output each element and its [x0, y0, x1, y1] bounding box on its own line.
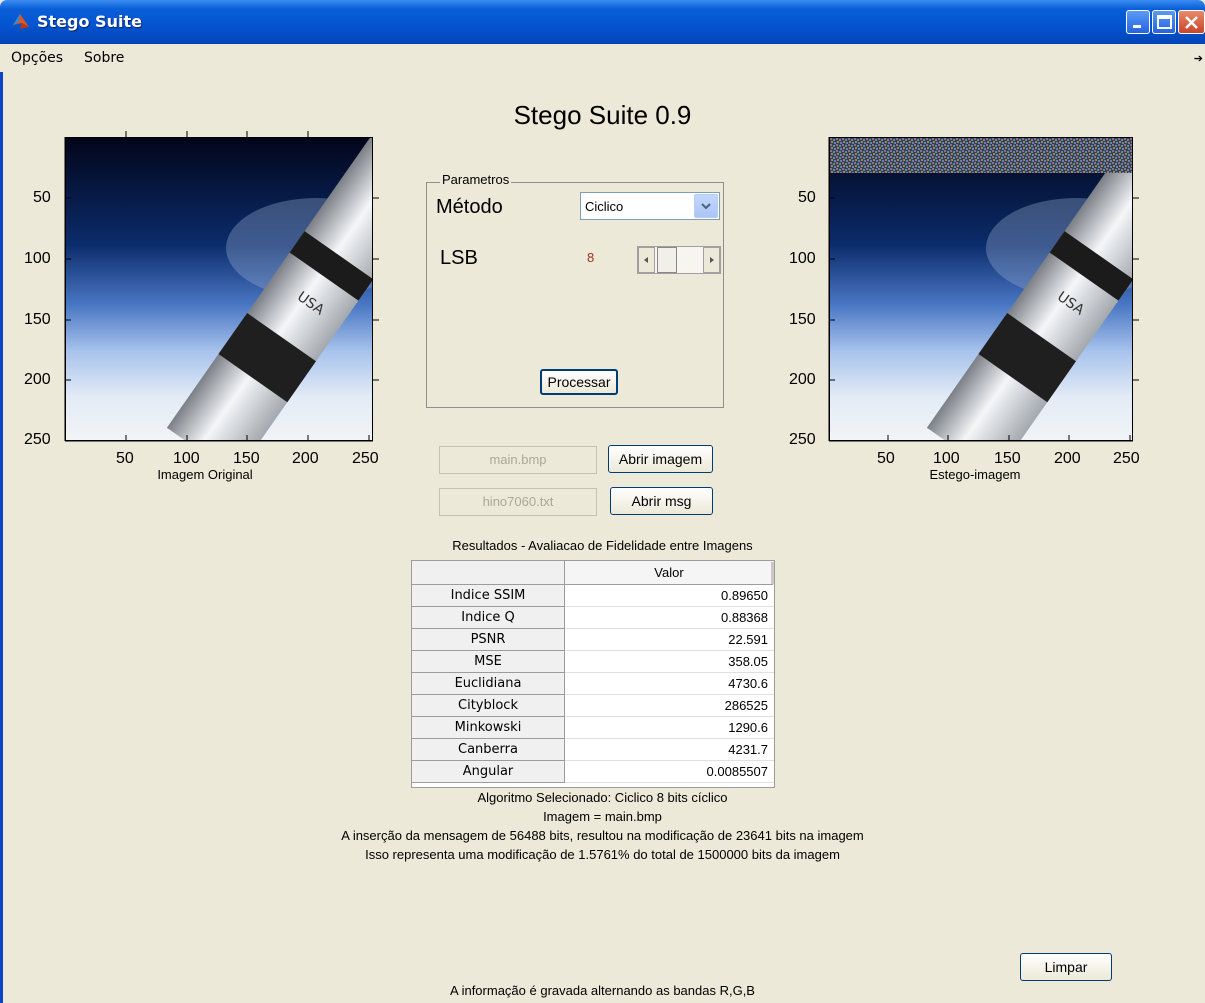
slider-thumb[interactable]	[657, 247, 677, 273]
open-message-button[interactable]: Abrir msg	[610, 487, 713, 515]
row-value[interactable]: 0.88368	[565, 607, 774, 629]
dropdown-arrow-icon[interactable]	[694, 194, 718, 218]
row-header: Indice Q	[412, 607, 565, 629]
table-row: Angular 0.0085507	[412, 761, 774, 783]
x-tick-label: 100	[933, 450, 960, 467]
row-header: Cityblock	[412, 695, 565, 717]
x-tick-label: 150	[994, 450, 1021, 467]
row-header: Canberra	[412, 739, 565, 761]
table-row: PSNR 22.591	[412, 629, 774, 651]
row-header: MSE	[412, 651, 565, 673]
row-value[interactable]: 358.05	[565, 651, 774, 673]
row-value[interactable]: 22.591	[565, 629, 774, 651]
info-insertion: A inserção da mensagem de 56488 bits, re…	[341, 828, 864, 843]
row-header: Minkowski	[412, 717, 565, 739]
row-value[interactable]: 286525	[565, 695, 774, 717]
info-algorithm: Algoritmo Selecionado: Ciclico 8 bits cí…	[477, 790, 728, 805]
y-tick-label: 150	[24, 311, 51, 328]
x-tick-label: 250	[352, 450, 379, 467]
metodo-select[interactable]: Ciclico	[580, 192, 720, 220]
table-row: Euclidiana 4730.6	[412, 673, 774, 695]
table-row: Canberra 4231.7	[412, 739, 774, 761]
row-header: Euclidiana	[412, 673, 565, 695]
results-title: Resultados - Avaliacao de Fidelidade ent…	[452, 538, 753, 553]
column-resize-handle[interactable]	[771, 562, 774, 584]
original-axes-frame	[64, 131, 379, 442]
info-percentage: Isso representa uma modificação de 1.576…	[365, 847, 840, 862]
image-file-field: main.bmp	[439, 446, 597, 474]
slider-left-button[interactable]	[638, 247, 655, 273]
info-image: Imagem = main.bmp	[543, 809, 662, 824]
table-row: Indice Q 0.88368	[412, 607, 774, 629]
row-value[interactable]: 1290.6	[565, 717, 774, 739]
x-tick-label: 50	[116, 450, 134, 467]
open-image-button[interactable]: Abrir imagem	[608, 445, 713, 473]
message-file-field: hino7060.txt	[439, 488, 597, 516]
y-tick-label: 200	[789, 371, 816, 388]
y-tick-label: 200	[24, 371, 51, 388]
table-header: Valor	[412, 561, 774, 585]
y-tick-label: 100	[24, 250, 51, 267]
stego-image-label: Estego-imagem	[929, 467, 1021, 482]
y-tick-label: 150	[789, 311, 816, 328]
row-value[interactable]: 0.89650	[565, 585, 774, 607]
x-tick-label: 50	[877, 450, 895, 467]
limpar-button[interactable]: Limpar	[1020, 953, 1112, 981]
x-tick-label: 150	[233, 450, 260, 467]
lsb-label: LSB	[440, 247, 478, 269]
row-header: Angular	[412, 761, 565, 783]
column-header-valor[interactable]: Valor	[565, 561, 773, 585]
lsb-slider[interactable]	[637, 246, 721, 274]
x-tick-label: 200	[292, 450, 319, 467]
x-tick-label: 100	[173, 450, 200, 467]
row-value[interactable]: 4231.7	[565, 739, 774, 761]
table-corner	[412, 561, 565, 585]
row-header: PSNR	[412, 629, 565, 651]
x-tick-label: 250	[1113, 450, 1140, 467]
y-tick-label: 250	[24, 431, 51, 448]
parameters-panel-title: Parametros	[440, 172, 512, 187]
close-icon	[1185, 16, 1198, 29]
row-value[interactable]: 0.0085507	[565, 761, 774, 783]
row-value[interactable]: 4730.6	[565, 673, 774, 695]
lsb-value: 8	[587, 250, 595, 265]
toolbar-toggle-icon[interactable]: ➔	[1194, 52, 1203, 65]
y-tick-label: 50	[798, 189, 816, 206]
x-tick-label: 200	[1054, 450, 1081, 467]
table-row: Indice SSIM 0.89650	[412, 585, 774, 607]
table-row: MSE 358.05	[412, 651, 774, 673]
metodo-select-value: Ciclico	[585, 199, 624, 214]
slider-right-button[interactable]	[703, 247, 720, 273]
arrow-left-icon	[644, 257, 648, 263]
processar-button[interactable]: Processar	[540, 369, 618, 395]
footer-note: A informação é gravada alternando as ban…	[450, 983, 755, 998]
metodo-label: Método	[436, 196, 503, 218]
y-tick-label: 100	[789, 250, 816, 267]
original-image-label: Imagem Original	[157, 467, 253, 482]
y-tick-label: 50	[33, 189, 51, 206]
close-button[interactable]	[1178, 10, 1205, 34]
y-tick-label: 250	[789, 431, 816, 448]
row-header: Indice SSIM	[412, 585, 565, 607]
stego-axes-frame	[828, 137, 1139, 442]
results-table[interactable]: Valor Indice SSIM 0.89650 Indice Q 0.883…	[411, 560, 775, 788]
table-row: Cityblock 286525	[412, 695, 774, 717]
arrow-right-icon	[710, 257, 714, 263]
table-row: Minkowski 1290.6	[412, 717, 774, 739]
